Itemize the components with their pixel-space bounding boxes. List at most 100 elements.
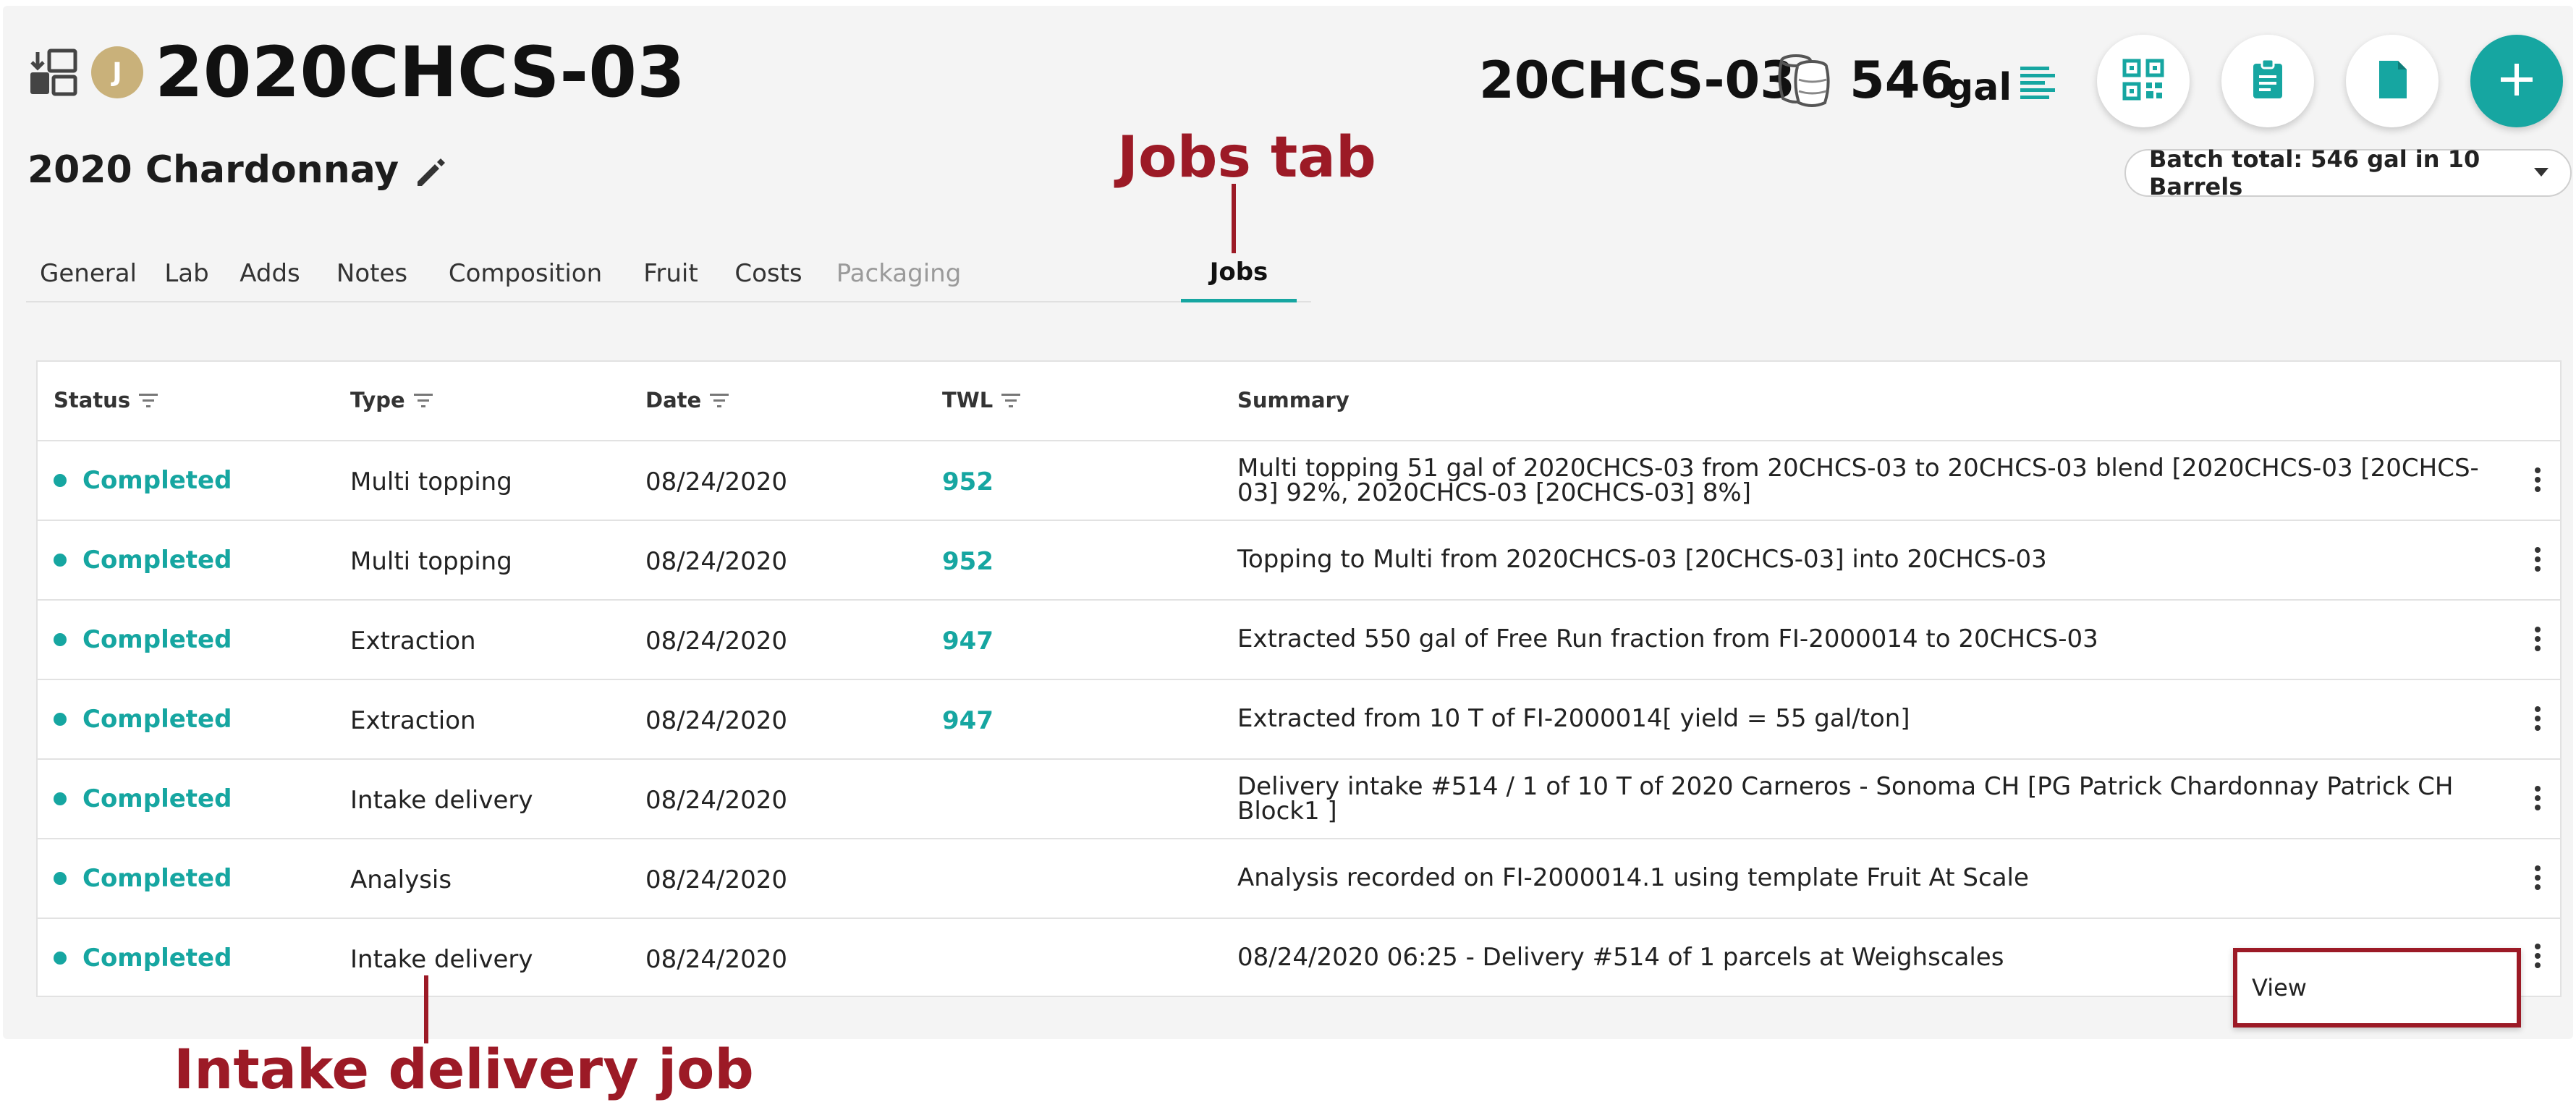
transfer-icon[interactable] xyxy=(27,46,81,98)
table-row[interactable]: Completed Multi topping 08/24/2020 952 T… xyxy=(38,521,2560,601)
twl-link[interactable]: 947 xyxy=(942,627,993,656)
status-label: Completed xyxy=(82,784,232,813)
add-button[interactable] xyxy=(2470,35,2563,127)
header-summary: Summary xyxy=(1237,388,1350,412)
tab-adds[interactable]: Adds xyxy=(223,245,317,302)
lot-name-row: 2020 Chardonnay xyxy=(27,145,448,195)
summary-cell: Extracted 550 gal of Free Run fraction f… xyxy=(1237,624,2098,653)
status-label: Completed xyxy=(82,625,232,654)
header-twl[interactable]: TWL xyxy=(942,388,1021,412)
table-row[interactable]: Completed Multi topping 08/24/2020 952 M… xyxy=(38,441,2560,521)
date-cell: 08/24/2020 xyxy=(645,786,787,815)
status-cell: Completed xyxy=(54,784,232,813)
annotation-jobs-tab: Jobs tab xyxy=(1117,125,1376,190)
tab-costs[interactable]: Costs xyxy=(718,245,819,302)
filter-icon[interactable] xyxy=(1001,392,1021,408)
type-cell: Multi topping xyxy=(350,467,512,496)
header-status[interactable]: Status xyxy=(54,388,158,412)
table-row[interactable]: Completed Analysis 08/24/2020 Analysis r… xyxy=(38,839,2560,919)
vessel-code[interactable]: 20CHCS-03 xyxy=(1479,48,1795,113)
status-cell: Completed xyxy=(54,944,232,973)
batch-total-label: Batch total: 546 gal in 10 Barrels xyxy=(2149,145,2480,200)
filter-icon[interactable] xyxy=(413,392,433,408)
pencil-icon[interactable] xyxy=(413,153,448,187)
more-options-icon[interactable] xyxy=(2534,865,2541,890)
tab-jobs[interactable]: Jobs xyxy=(1181,245,1297,302)
more-options-icon[interactable] xyxy=(2534,627,2541,651)
header-type-label: Type xyxy=(350,388,405,412)
type-cell: Extraction xyxy=(350,627,476,656)
status-cell: Completed xyxy=(54,705,232,734)
lines-icon[interactable] xyxy=(2019,64,2056,101)
more-options-icon[interactable] xyxy=(2534,786,2541,810)
tab-composition[interactable]: Composition xyxy=(427,245,624,302)
header-date[interactable]: Date xyxy=(645,388,729,412)
batch-total-select[interactable]: Batch total: 546 gal in 10 Barrels xyxy=(2124,145,2572,200)
volume-unit: gal xyxy=(1946,66,2012,109)
summary-cell: Multi topping 51 gal of 2020CHCS-03 from… xyxy=(1237,454,2479,507)
more-options-icon[interactable] xyxy=(2534,706,2541,731)
status-cell: Completed xyxy=(54,625,232,654)
status-dot xyxy=(54,633,67,646)
type-cell: Analysis xyxy=(350,865,452,894)
status-dot xyxy=(54,713,67,726)
summary-cell: Extracted from 10 T of FI-2000014[ yield… xyxy=(1237,704,1910,733)
view-menu-item[interactable]: View xyxy=(2233,948,2521,1028)
twl-link[interactable]: 952 xyxy=(942,467,993,496)
filter-icon[interactable] xyxy=(139,392,158,408)
status-dot xyxy=(54,554,67,567)
tab-bar: General Lab Adds Notes Composition Fruit… xyxy=(26,245,1311,302)
document-button[interactable] xyxy=(2346,35,2439,127)
twl-link[interactable]: 952 xyxy=(942,547,993,576)
more-options-icon[interactable] xyxy=(2534,944,2541,968)
qr-code-button[interactable] xyxy=(2097,35,2190,127)
date-cell: 08/24/2020 xyxy=(645,865,787,894)
filter-icon[interactable] xyxy=(710,392,729,408)
status-label: Completed xyxy=(82,864,232,893)
summary-cell: Delivery intake #514 / 1 of 10 T of 2020… xyxy=(1237,772,2454,826)
more-options-icon[interactable] xyxy=(2534,467,2541,492)
plus-icon xyxy=(2495,58,2538,104)
more-options-icon[interactable] xyxy=(2534,547,2541,572)
twl-link[interactable]: 947 xyxy=(942,706,993,735)
clipboard-icon xyxy=(2246,58,2289,104)
date-cell: 08/24/2020 xyxy=(645,547,787,576)
table-row[interactable]: Completed Intake delivery 08/24/2020 08/… xyxy=(38,919,2560,999)
header-type[interactable]: Type xyxy=(350,388,433,412)
table-row[interactable]: Completed Intake delivery 08/24/2020 Del… xyxy=(38,760,2560,839)
date-cell: 08/24/2020 xyxy=(645,945,787,974)
tab-notes[interactable]: Notes xyxy=(317,245,427,302)
barrel-icon xyxy=(1774,51,1832,109)
type-cell: Multi topping xyxy=(350,547,512,576)
status-cell: Completed xyxy=(54,864,232,893)
tab-lab[interactable]: Lab xyxy=(151,245,223,302)
view-label: View xyxy=(2252,974,2307,1001)
type-cell: Intake delivery xyxy=(350,945,533,974)
lot-name: 2020 Chardonnay xyxy=(27,148,399,192)
table-header: Status Type Date TWL Summary xyxy=(38,362,2560,441)
tab-fruit[interactable]: Fruit xyxy=(624,245,718,302)
status-label: Completed xyxy=(82,705,232,734)
chevron-down-icon xyxy=(2534,168,2549,177)
header-date-label: Date xyxy=(645,388,702,412)
clipboard-button[interactable] xyxy=(2221,35,2314,127)
avatar[interactable]: J xyxy=(91,46,143,98)
status-label: Completed xyxy=(82,944,232,973)
status-cell: Completed xyxy=(54,466,232,495)
status-dot xyxy=(54,872,67,885)
type-cell: Extraction xyxy=(350,706,476,735)
table-row[interactable]: Completed Extraction 08/24/2020 947 Extr… xyxy=(38,680,2560,760)
status-cell: Completed xyxy=(54,546,232,575)
status-dot xyxy=(54,792,67,805)
status-dot xyxy=(54,952,67,965)
table-row[interactable]: Completed Extraction 08/24/2020 947 Extr… xyxy=(38,601,2560,680)
tab-packaging: Packaging xyxy=(836,259,962,288)
header-summary-label: Summary xyxy=(1237,388,1350,412)
tab-general[interactable]: General xyxy=(26,245,151,302)
avatar-letter: J xyxy=(112,57,122,88)
date-cell: 08/24/2020 xyxy=(645,627,787,656)
annotation-intake-job: Intake delivery job xyxy=(174,1037,754,1101)
status-label: Completed xyxy=(82,546,232,575)
volume-value: 546 xyxy=(1850,51,1956,110)
type-cell: Intake delivery xyxy=(350,786,533,815)
